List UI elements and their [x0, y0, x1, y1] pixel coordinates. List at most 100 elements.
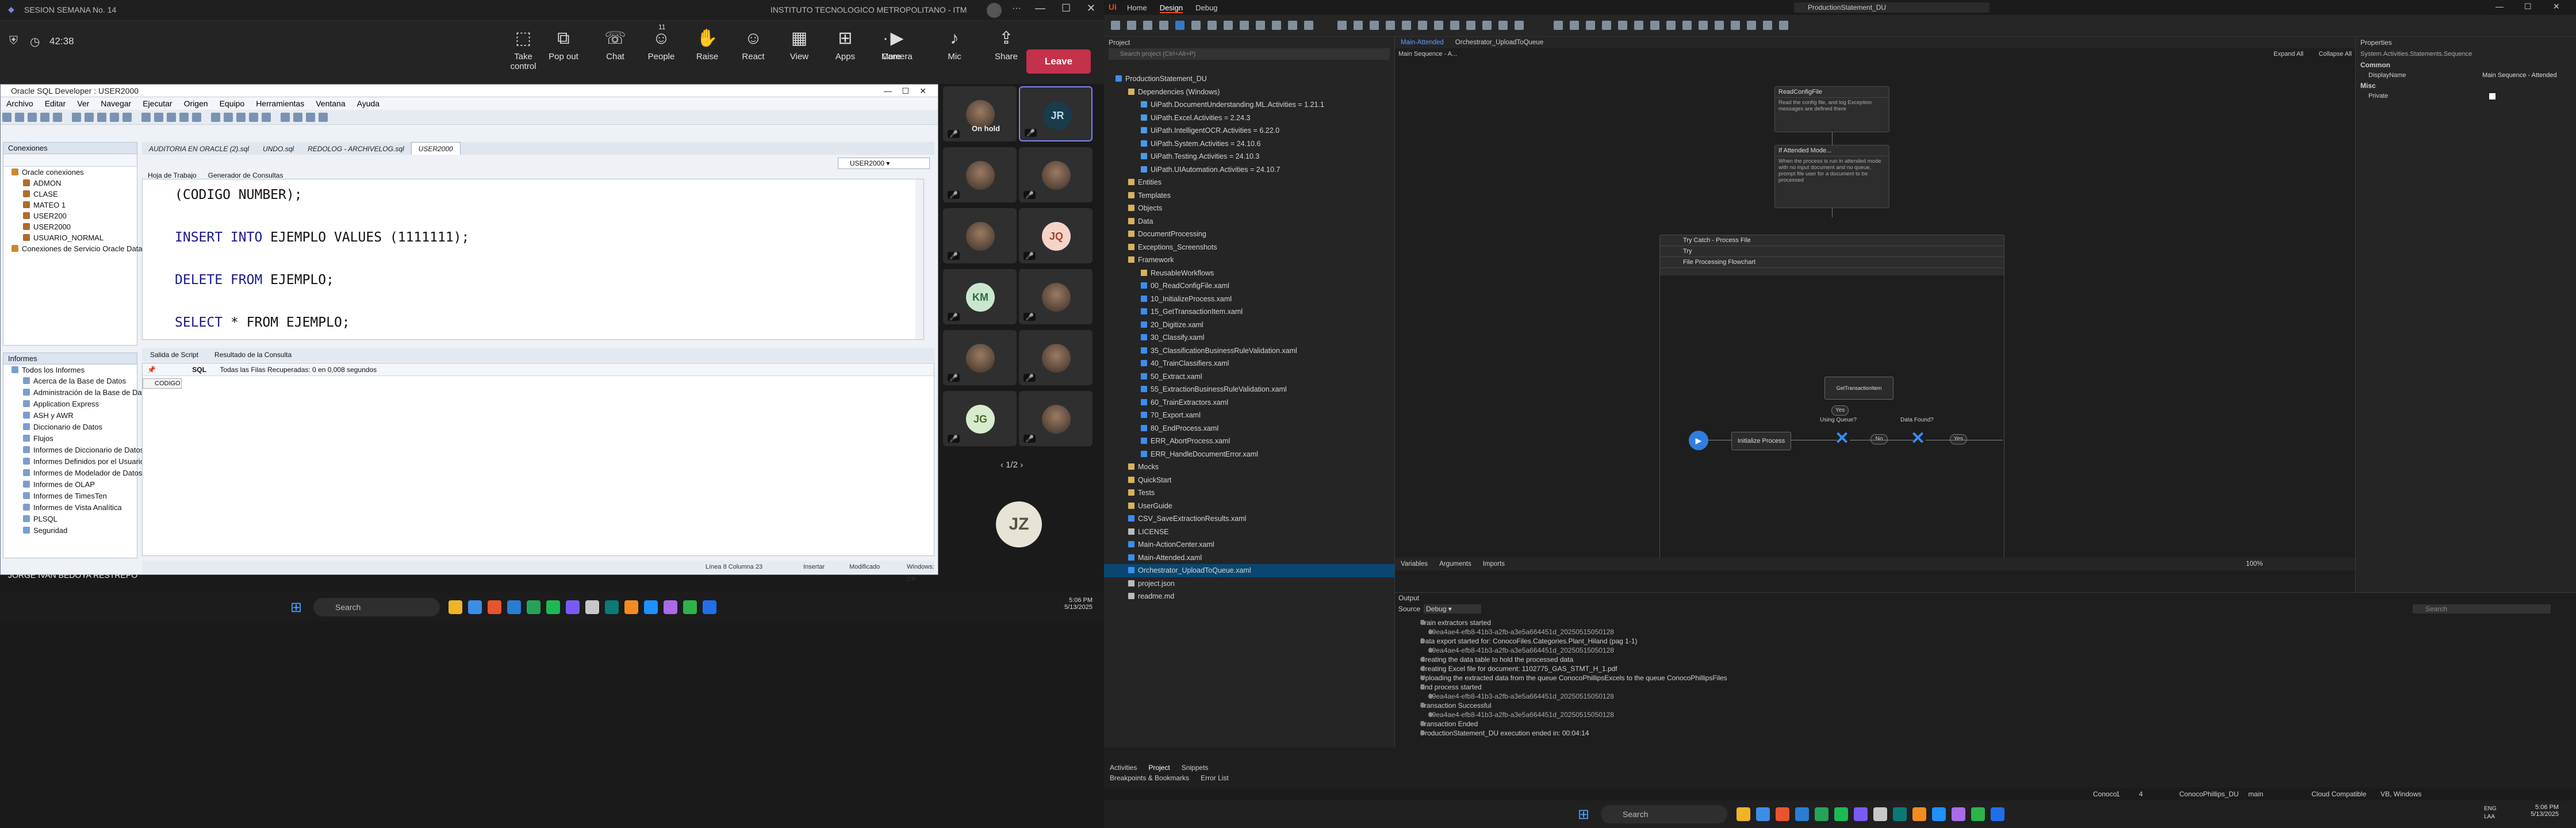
taskbar-app-icon[interactable] — [644, 600, 658, 614]
reports-root[interactable]: Todos los Informes — [3, 365, 137, 375]
bottom-tab[interactable]: Breakpoints & Bookmarks — [1110, 774, 1189, 782]
ribbon-icon[interactable] — [1224, 21, 1233, 30]
designer-tab[interactable]: Main-Attended — [1401, 39, 1444, 46]
bottom-tab[interactable]: Error List — [1201, 774, 1229, 782]
status-item[interactable]: Conoco — [2093, 788, 2117, 800]
ribbon-icon[interactable] — [1240, 21, 1249, 30]
ribbon-icon[interactable] — [1304, 21, 1313, 30]
ribbon-icon[interactable] — [1159, 21, 1168, 30]
taskbar-clock[interactable]: 5:06 PM 5/13/2025 — [2524, 804, 2559, 818]
flow-branch-no[interactable]: No — [1870, 434, 1888, 444]
activity-read-config[interactable]: ReadConfigFile Read the config file, and… — [1774, 86, 1889, 132]
ribbon-icon[interactable] — [1418, 21, 1427, 30]
project-tree-item[interactable]: Orchestrator_UploadToQueue.xaml — [1104, 564, 1394, 577]
participant-tile[interactable]: 🎤 — [1019, 269, 1092, 324]
project-tree-item[interactable]: QuickStart — [1104, 474, 1394, 487]
toolbar-icon[interactable] — [122, 113, 132, 122]
output-line[interactable]: 69ea4ae4-efb8-41b3-a2fb-a3e5a664451d_202… — [1395, 692, 2576, 701]
menu-item[interactable]: Herramientas — [256, 97, 304, 110]
project-tree-item[interactable]: 00_ReadConfigFile.xaml — [1104, 279, 1394, 293]
output-line[interactable]: Train extractors started — [1395, 618, 2576, 627]
project-tree-item[interactable]: Objects — [1104, 202, 1394, 215]
taskbar-clock[interactable]: 5:06 PM 5/13/2025 — [1058, 597, 1092, 611]
report-item[interactable]: Flujos — [3, 433, 137, 444]
activity-if-attended[interactable]: If Attended Mode... When the process is … — [1774, 145, 1889, 208]
ribbon-icon[interactable] — [1208, 21, 1217, 30]
status-item[interactable]: ConocoPhillips_DU — [2179, 788, 2238, 800]
toolbar-icon[interactable] — [154, 113, 163, 122]
editor-tab[interactable]: USER2000 — [411, 142, 461, 155]
report-item[interactable]: Seguridad — [3, 525, 137, 536]
project-tree-item[interactable]: ProductionStatement_DU — [1104, 72, 1394, 86]
project-tree-item[interactable]: UiPath.DocumentUnderstanding.ML.Activiti… — [1104, 98, 1394, 112]
studio-title[interactable]: ProductionStatement_DU — [1794, 2, 1989, 13]
taskbar-app-icon[interactable] — [624, 600, 638, 614]
output-search[interactable]: Search — [2413, 604, 2551, 614]
project-tree-item[interactable]: readme.md — [1104, 590, 1394, 603]
profile-avatar[interactable] — [987, 3, 1002, 18]
project-tree-item[interactable]: UiPath.System.Activities = 24.10.6 — [1104, 137, 1394, 151]
taskbar-app-icon[interactable] — [1815, 807, 1828, 821]
activity-try-catch[interactable]: Try Catch - Process File Try File Proces… — [1659, 235, 2004, 568]
flowchart-canvas[interactable]: ▶ Initialize Process GetTransactionItem … — [1660, 275, 2004, 568]
output-line[interactable]: Creating Excel file for document: 110277… — [1395, 664, 2576, 673]
people-button[interactable]: ☺ People — [638, 25, 684, 77]
menu-item[interactable]: Ayuda — [357, 97, 379, 110]
status-item[interactable]: VB, Windows — [2380, 788, 2421, 800]
project-tree-item[interactable]: 70_Export.xaml — [1104, 409, 1394, 422]
taskbar-app-icon[interactable] — [1736, 807, 1750, 821]
toolbar-icon[interactable] — [15, 113, 24, 122]
output-line[interactable]: 69ea4ae4-efb8-41b3-a2fb-a3e5a664451d_202… — [1395, 627, 2576, 637]
designer-tab[interactable]: Orchestrator_UploadToQueue — [1455, 39, 1543, 46]
toolbar-icon[interactable] — [167, 113, 176, 122]
report-item[interactable]: Informes de OLAP — [3, 479, 137, 490]
report-item[interactable]: Informes de TimesTen — [3, 490, 137, 502]
taskbar-search[interactable]: Search — [1601, 805, 1727, 823]
toolbar-icon[interactable] — [281, 113, 290, 122]
project-tree-item[interactable]: 80_EndProcess.xaml — [1104, 422, 1394, 435]
project-tree-item[interactable]: 35_ClassificationBusinessRuleValidation.… — [1104, 344, 1394, 358]
project-tree-item[interactable]: Data — [1104, 215, 1394, 228]
participant-tile[interactable]: 🎤 — [943, 208, 1017, 263]
project-tree-item[interactable]: Templates — [1104, 189, 1394, 202]
output-line[interactable]: 69ea4ae4-efb8-41b3-a2fb-a3e5a664451d_202… — [1395, 710, 2576, 719]
project-tree-item[interactable]: UiPath.IntelligentOCR.Activities = 6.22.… — [1104, 124, 1394, 137]
taskbar-app-icon[interactable] — [1893, 807, 1907, 821]
flow-node-get-transaction[interactable]: GetTransactionItem — [1824, 377, 1893, 400]
output-line[interactable]: Transaction Successful — [1395, 701, 2576, 710]
chat-button[interactable]: ☏ Chat — [592, 25, 638, 77]
project-tree-item[interactable]: 15_GetTransactionItem.xaml — [1104, 305, 1394, 319]
output-source-select[interactable]: Debug ▾ — [1424, 604, 1481, 614]
studio-menu-design[interactable]: Design — [1159, 3, 1183, 13]
menu-item[interactable]: Navegar — [101, 97, 131, 110]
status-item[interactable]: main — [2248, 788, 2263, 800]
report-item[interactable]: Application Express — [3, 398, 137, 410]
ribbon-icon[interactable] — [1272, 21, 1281, 30]
status-item[interactable]: 1 — [2116, 788, 2120, 800]
taskbar-app-icon[interactable] — [664, 600, 677, 614]
windows-start-icon[interactable]: ⊞ — [1578, 806, 1589, 823]
pop-out-button[interactable]: ⧉ Pop out — [540, 25, 586, 77]
output-line[interactable]: 69ea4ae4-efb8-41b3-a2fb-a3e5a664451d_202… — [1395, 646, 2576, 655]
project-tree-item[interactable]: UiPath.Testing.Activities = 24.10.3 — [1104, 150, 1394, 163]
project-tree-item[interactable]: LICENSE — [1104, 526, 1394, 539]
project-tree-item[interactable]: 20_Digitize.xaml — [1104, 319, 1394, 332]
toolbar-icon[interactable] — [319, 113, 328, 122]
toolbar-icon[interactable] — [192, 113, 201, 122]
bottom-tab[interactable]: Project — [1148, 764, 1170, 772]
project-tree-item[interactable]: Exceptions_Screenshots — [1104, 241, 1394, 254]
ribbon-icon[interactable] — [1779, 21, 1788, 30]
project-search[interactable]: Search project (Ctrl+Alt+P) — [1109, 48, 1390, 60]
pin-icon[interactable]: 📌 — [147, 366, 156, 374]
project-tree-item[interactable]: project.json — [1104, 577, 1394, 591]
studio-menu-home[interactable]: Home — [1127, 3, 1147, 12]
take-control-button[interactable]: ⬚ Take control — [500, 25, 546, 77]
taskbar-app-icon[interactable] — [683, 600, 697, 614]
flow-start-icon[interactable]: ▶ — [1689, 431, 1708, 450]
ribbon-icon[interactable] — [1466, 21, 1475, 30]
taskbar-app-icon[interactable] — [448, 600, 462, 614]
view-button[interactable]: ▦ View — [776, 25, 822, 77]
participant-tile[interactable]: JQ 🎤 — [1019, 208, 1092, 263]
taskbar-app-icon[interactable] — [605, 600, 619, 614]
menu-item[interactable]: Editar — [45, 97, 66, 110]
